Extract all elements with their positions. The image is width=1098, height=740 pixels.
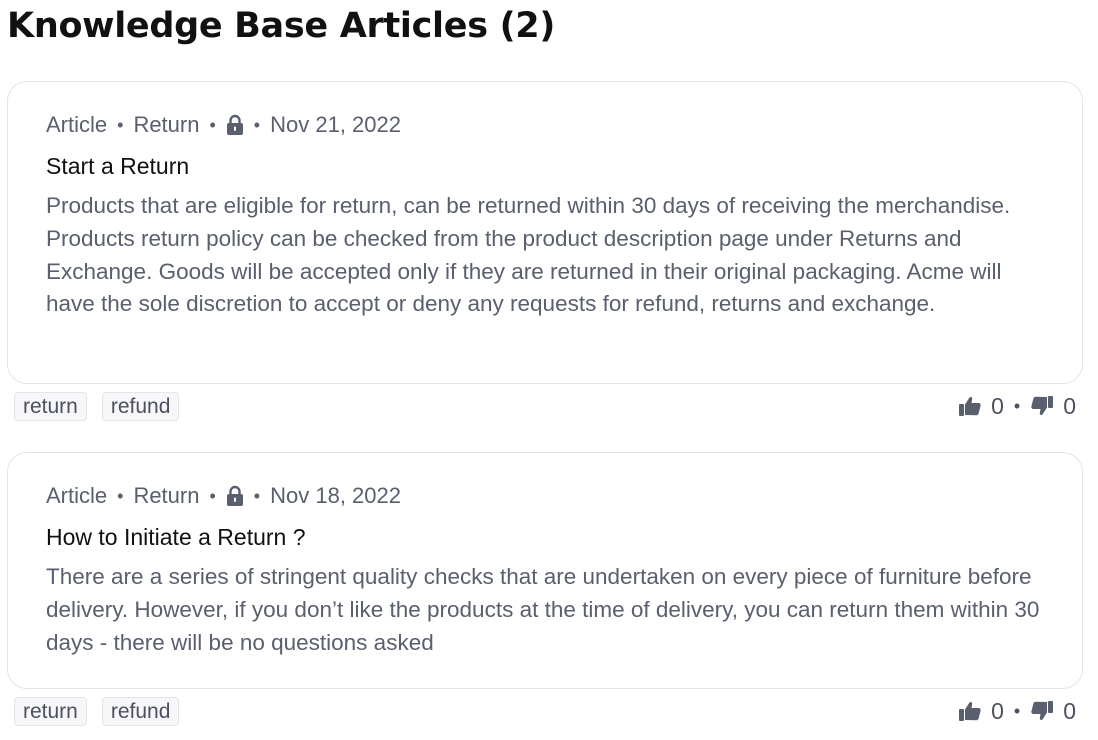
article-type: Article [46, 483, 108, 508]
thumbs-down-icon[interactable] [1030, 699, 1054, 723]
article-type: Article [46, 112, 108, 137]
article-excerpt: There are a series of stringent quality … [46, 564, 1040, 655]
tag-refund[interactable]: refund [101, 391, 180, 421]
article-excerpt: Products that are eligible for return, c… [46, 193, 1011, 317]
article-date: Nov 21, 2022 [270, 112, 401, 137]
vote-counts: 0 • 0 [958, 393, 1076, 420]
article-card[interactable]: Article • Return • • Nov 18, 2022 How to… [7, 452, 1083, 689]
thumbs-down-count: 0 [1063, 392, 1076, 419]
article-footer: return refund 0 • 0 [14, 391, 1076, 421]
meta-separator: • [209, 485, 216, 506]
meta-separator: • [117, 114, 124, 135]
article-category: Return [133, 112, 200, 137]
article-meta: Article • Return • • Nov 18, 2022 [46, 483, 401, 509]
meta-separator: • [253, 114, 261, 135]
article-title[interactable]: How to Initiate a Return ? [46, 524, 306, 551]
meta-separator: • [209, 114, 216, 135]
thumbs-up-icon[interactable] [958, 699, 982, 723]
tag-list: return refund [14, 391, 180, 421]
article-card[interactable]: Article • Return • • Nov 21, 2022 Start … [7, 81, 1083, 384]
article-footer: return refund 0 • 0 [14, 696, 1076, 726]
tag-list: return refund [14, 696, 180, 726]
meta-separator: • [117, 485, 124, 506]
vote-separator: • [1013, 395, 1021, 416]
vote-separator: • [1013, 700, 1021, 721]
page-title: Knowledge Base Articles (2) [7, 6, 556, 46]
article-date: Nov 18, 2022 [270, 483, 401, 508]
thumbs-up-icon[interactable] [958, 394, 982, 418]
thumbs-up-count: 0 [991, 697, 1004, 724]
article-category: Return [133, 483, 200, 508]
meta-separator: • [253, 485, 261, 506]
article-title[interactable]: Start a Return [46, 153, 189, 180]
thumbs-up-count: 0 [991, 392, 1004, 419]
tag-return[interactable]: return [14, 696, 87, 726]
vote-counts: 0 • 0 [958, 698, 1076, 725]
tag-refund[interactable]: refund [101, 696, 180, 726]
article-meta: Article • Return • • Nov 21, 2022 [46, 112, 401, 138]
thumbs-down-icon[interactable] [1030, 394, 1054, 418]
lock-icon [226, 485, 244, 507]
tag-return[interactable]: return [14, 391, 87, 421]
lock-icon [226, 114, 244, 136]
thumbs-down-count: 0 [1063, 697, 1076, 724]
